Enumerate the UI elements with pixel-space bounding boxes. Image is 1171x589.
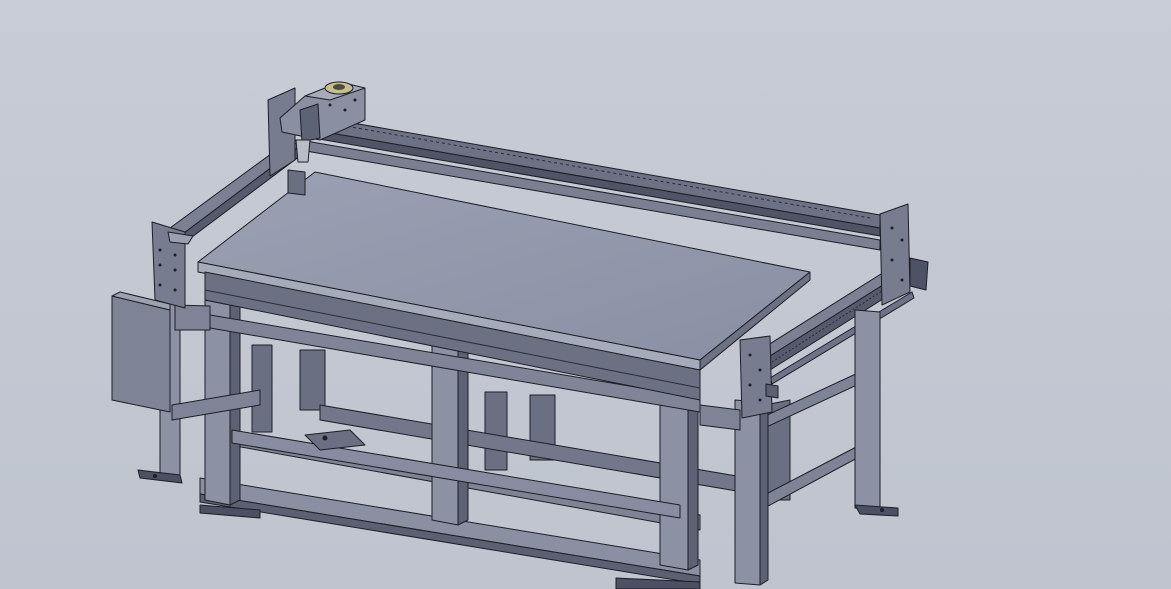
control-panel <box>111 291 171 413</box>
cad-viewport[interactable] <box>0 0 1171 589</box>
cnc-model[interactable] <box>0 0 1171 589</box>
left-end-plate <box>151 221 194 309</box>
